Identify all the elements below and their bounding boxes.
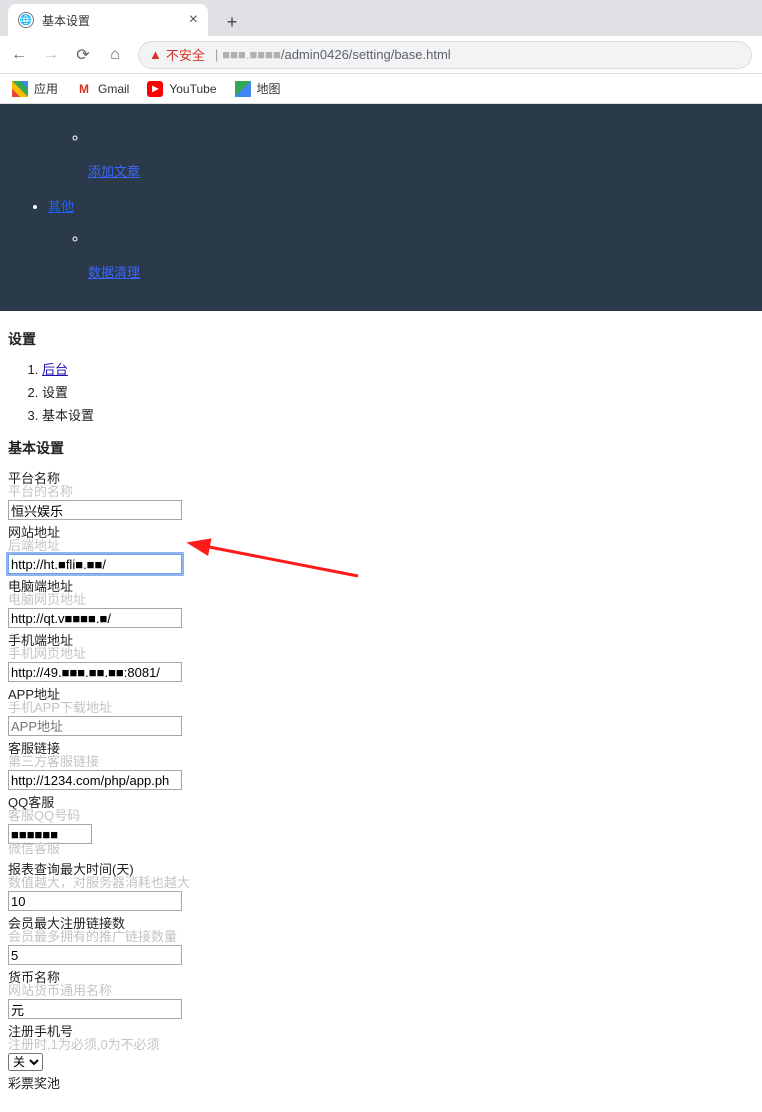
input-site-url[interactable] (8, 554, 182, 574)
field-reg-phone: 注册手机号 注册时,1为必须,0为不必须 关 (8, 1021, 754, 1071)
input-currency[interactable] (8, 999, 182, 1019)
separator: | (215, 47, 218, 62)
input-app-url[interactable] (8, 716, 182, 736)
bookmarks-bar: 应用 M Gmail ▶ YouTube 地图 (0, 74, 762, 104)
bookmark-label: Gmail (98, 82, 129, 96)
field-max-reg-links: 会员最大注册链接数 会员最多拥有的推广链接数量 (8, 913, 754, 965)
youtube-icon: ▶ (147, 81, 163, 97)
input-mobile-url[interactable] (8, 662, 182, 682)
field-report-days: 报表查询最大时间(天) 数值越大，对服务器消耗也越大 (8, 859, 754, 911)
nav-subitem-bullet (88, 231, 762, 246)
sub-mobile-url: 手机网页地址 (8, 643, 754, 662)
bookmark-label: YouTube (169, 82, 216, 96)
browser-toolbar: ← → ⟳ ⌂ ▲ 不安全 | ■■■.■■■■/admin0426/setti… (0, 36, 762, 74)
field-currency: 货币名称 网站货币通用名称 (8, 967, 754, 1019)
label-lottery-pool: 彩票奖池 (8, 1073, 754, 1092)
nav-category-other: 其他 数据清理 (48, 196, 762, 281)
sub-reg-phone: 注册时,1为必须,0为不必须 (8, 1034, 754, 1053)
bookmark-maps[interactable]: 地图 (235, 80, 281, 97)
nav-link-other[interactable]: 其他 (48, 199, 74, 214)
admin-sidebar-dark: 添加文章 其他 数据清理 (0, 104, 762, 311)
sub-max-reg-links: 会员最多拥有的推广链接数量 (8, 926, 754, 945)
field-pc-url: 电脑端地址 电脑网页地址 (8, 576, 754, 628)
globe-icon: 🌐 (18, 12, 34, 28)
input-platform-name[interactable] (8, 500, 182, 520)
sub-currency: 网站货币通用名称 (8, 980, 754, 999)
nav-link-data-clean[interactable]: 数据清理 (88, 265, 140, 280)
browser-tab-active[interactable]: 🌐 基本设置 × (8, 4, 208, 36)
breadcrumb: 后台 设置 基本设置 (8, 359, 754, 424)
reload-button[interactable]: ⟳ (74, 45, 92, 65)
bookmark-gmail[interactable]: M Gmail (76, 81, 129, 97)
sub-kefu-link: 第三方客服链接 (8, 751, 754, 770)
section-heading: 基本设置 (8, 438, 754, 458)
nav-subitem-bullet (88, 130, 762, 145)
nav-link-add-article[interactable]: 添加文章 (88, 164, 140, 179)
input-pc-url[interactable] (8, 608, 182, 628)
sub-app-url: 手机APP下载地址 (8, 697, 754, 716)
forward-button[interactable]: → (42, 46, 60, 64)
tab-title: 基本设置 (42, 12, 90, 29)
page-body: 设置 后台 设置 基本设置 基本设置 平台名称 平台的名称 网站地址 后端地址 … (0, 311, 762, 1112)
field-site-url: 网站地址 后端地址 (8, 522, 754, 574)
field-platform-name: 平台名称 平台的名称 (8, 468, 754, 520)
back-button[interactable]: ← (10, 46, 28, 64)
input-report-days[interactable] (8, 891, 182, 911)
warning-icon: ▲ (149, 47, 162, 62)
input-max-reg-links[interactable] (8, 945, 182, 965)
sub-site-url: 后端地址 (8, 535, 754, 554)
address-bar[interactable]: ▲ 不安全 | ■■■.■■■■/admin0426/setting/base.… (138, 41, 752, 69)
crumb-item: 设置 (42, 382, 754, 401)
field-mobile-url: 手机端地址 手机网页地址 (8, 630, 754, 682)
sub-pc-url: 电脑网页地址 (8, 589, 754, 608)
field-qq-kefu: QQ客服 客服QQ号码 微信客服 (8, 792, 754, 857)
crumb-link-admin[interactable]: 后台 (42, 362, 68, 377)
gmail-icon: M (76, 81, 92, 97)
url-text: ■■■.■■■■/admin0426/setting/base.html (222, 47, 450, 62)
crumb-item: 基本设置 (42, 405, 754, 424)
field-app-url: APP地址 手机APP下载地址 (8, 684, 754, 736)
browser-tabbar: 🌐 基本设置 × + (0, 0, 762, 36)
close-icon[interactable]: × (189, 11, 198, 29)
sub-qq-kefu: 客服QQ号码 (8, 805, 754, 824)
home-button[interactable]: ⌂ (106, 46, 124, 64)
field-kefu-link: 客服链接 第三方客服链接 (8, 738, 754, 790)
bookmark-apps[interactable]: 应用 (12, 80, 58, 97)
insecure-label: 不安全 (166, 45, 205, 64)
sub-report-days: 数值越大，对服务器消耗也越大 (8, 872, 754, 891)
select-reg-phone[interactable]: 关 (8, 1053, 43, 1071)
bookmark-label: 地图 (257, 80, 281, 97)
input-kefu-link[interactable] (8, 770, 182, 790)
maps-icon (235, 81, 251, 97)
new-tab-button[interactable]: + (218, 8, 246, 36)
bookmark-label: 应用 (34, 80, 58, 97)
bookmark-youtube[interactable]: ▶ YouTube (147, 81, 216, 97)
apps-icon (12, 81, 28, 97)
crumb-item: 后台 (42, 359, 754, 378)
sub-platform-name: 平台的名称 (8, 481, 754, 500)
sub-wechat-kefu: 微信客服 (8, 838, 754, 857)
page-title: 设置 (8, 329, 754, 349)
